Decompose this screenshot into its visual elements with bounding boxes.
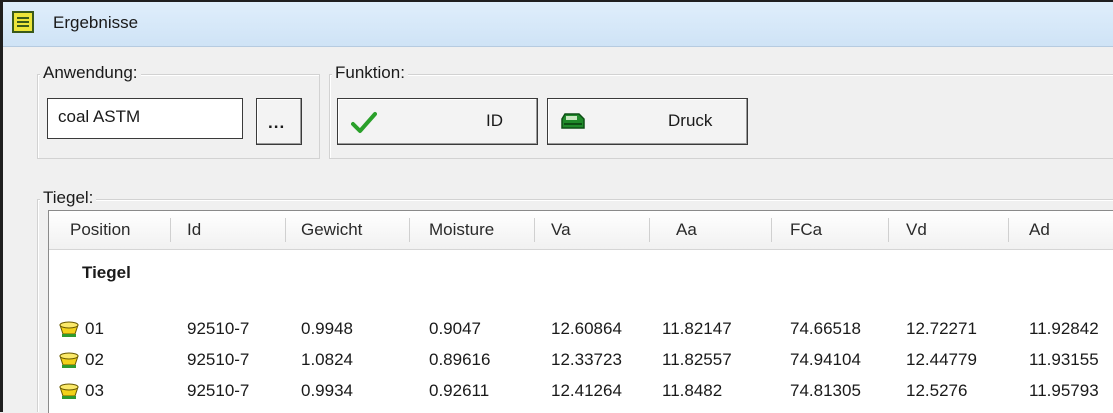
group-label-tiegel: Tiegel xyxy=(82,263,131,282)
column-header-ad[interactable]: Ad xyxy=(1029,220,1050,240)
table-row[interactable]: 01 92510-7 0.9948 0.9047 12.60864 11.821… xyxy=(49,316,1113,347)
tiegel-table: Position Id Gewicht Moisture Va Aa FCa V… xyxy=(48,210,1113,413)
cell-moisture: 0.89616 xyxy=(429,350,491,369)
column-header-position[interactable]: Position xyxy=(70,220,130,240)
anwendung-legend: Anwendung: xyxy=(40,63,141,83)
column-header-id[interactable]: Id xyxy=(187,220,201,240)
tiegel-legend: Tiegel: xyxy=(40,188,97,208)
cell-ad: 11.92842 xyxy=(1029,319,1099,338)
cell-va: 12.60864 xyxy=(551,319,622,338)
column-header-aa[interactable]: Aa xyxy=(676,220,697,240)
crucible-icon xyxy=(59,383,79,399)
funktion-legend: Funktion: xyxy=(332,63,408,83)
crucible-icon xyxy=(59,352,79,368)
cell-position: 01 xyxy=(85,319,104,338)
cell-vd: 12.5276 xyxy=(906,381,968,400)
cell-position: 03 xyxy=(85,381,104,400)
cell-id: 92510-7 xyxy=(187,319,250,338)
cell-aa: 11.82147 xyxy=(662,319,732,338)
browse-label: ... xyxy=(268,113,286,132)
id-button-label: ID xyxy=(486,111,503,130)
druck-button[interactable]: Druck xyxy=(547,98,748,145)
cell-gewicht: 1.0824 xyxy=(301,350,353,369)
column-header-vd[interactable]: Vd xyxy=(906,220,927,240)
title-bar[interactable]: Ergebnisse xyxy=(3,2,1113,47)
cell-va: 12.41264 xyxy=(551,381,622,400)
cell-id: 92510-7 xyxy=(187,350,250,369)
column-header-fca[interactable]: FCa xyxy=(790,220,822,240)
cell-vd: 12.44779 xyxy=(906,350,977,369)
cell-ad: 11.95793 xyxy=(1029,381,1099,400)
checkmark-icon xyxy=(351,112,377,133)
window-title: Ergebnisse xyxy=(53,13,139,32)
cell-aa: 11.82557 xyxy=(662,350,732,369)
cell-fca: 74.81305 xyxy=(790,381,861,400)
cell-ad: 11.93155 xyxy=(1029,350,1099,369)
druck-button-label: Druck xyxy=(668,111,713,130)
cell-position: 02 xyxy=(85,350,104,369)
table-row[interactable]: 03 92510-7 0.9934 0.92611 12.41264 11.84… xyxy=(49,378,1113,409)
table-header: Position Id Gewicht Moisture Va Aa FCa V… xyxy=(49,211,1113,250)
cell-fca: 74.66518 xyxy=(790,319,861,338)
cell-id: 92510-7 xyxy=(187,381,250,400)
cell-moisture: 0.92611 xyxy=(429,381,490,400)
cell-gewicht: 0.9948 xyxy=(301,319,353,338)
results-list-icon xyxy=(12,11,34,33)
cell-gewicht: 0.9934 xyxy=(301,381,353,400)
printer-icon xyxy=(561,113,585,129)
browse-button[interactable]: ... xyxy=(256,98,302,145)
column-header-gewicht[interactable]: Gewicht xyxy=(301,220,362,240)
table-row[interactable]: 02 92510-7 1.0824 0.89616 12.33723 11.82… xyxy=(49,347,1113,378)
anwendung-value: coal ASTM xyxy=(58,107,141,126)
cell-moisture: 0.9047 xyxy=(429,319,481,338)
id-button[interactable]: ID xyxy=(337,98,538,145)
cell-aa: 11.8482 xyxy=(662,381,723,400)
cell-fca: 74.94104 xyxy=(790,350,861,369)
cell-va: 12.33723 xyxy=(551,350,622,369)
column-header-va[interactable]: Va xyxy=(551,220,571,240)
crucible-icon xyxy=(59,321,79,337)
anwendung-field[interactable]: coal ASTM xyxy=(47,98,243,139)
column-header-moisture[interactable]: Moisture xyxy=(429,220,494,240)
cell-vd: 12.72271 xyxy=(906,319,977,338)
